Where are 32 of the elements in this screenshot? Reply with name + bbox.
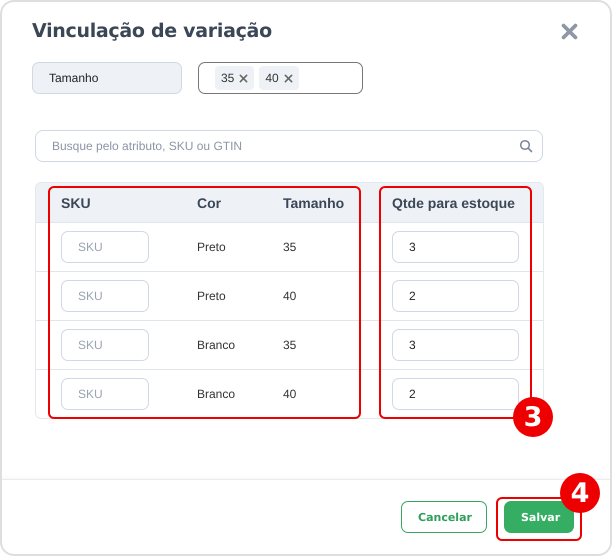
table-cell-text: Branco — [197, 338, 236, 352]
value-tag[interactable]: 40 — [259, 66, 299, 90]
attribute-values-field[interactable]: 35 40 — [198, 62, 363, 94]
table-cell-text: Preto — [197, 289, 227, 303]
sku-input[interactable]: SKU — [61, 231, 149, 263]
quantity-input[interactable]: 3 — [392, 329, 519, 361]
column-header: Cor — [197, 194, 222, 210]
table-cell-text: Preto — [197, 240, 227, 254]
column-header: Tamanho — [283, 194, 346, 210]
remove-icon[interactable] — [284, 74, 293, 82]
step-badge: 3 — [513, 397, 553, 437]
search-field[interactable]: Busque pelo atributo, SKU ou GTIN — [35, 130, 543, 162]
table-cell-text: 35 — [283, 240, 298, 254]
column-header: SKU — [61, 194, 92, 210]
remove-icon[interactable] — [239, 74, 248, 82]
table-cell-text: 40 — [283, 387, 298, 401]
table-cell-text: 40 — [283, 289, 298, 303]
dialog-title: Vinculação de variação — [32, 20, 272, 42]
quantity-input[interactable]: 3 — [392, 231, 519, 263]
sku-input[interactable]: SKU — [61, 280, 149, 312]
attribute-name-field[interactable]: Tamanho — [32, 62, 182, 94]
table-cell-text: Branco — [197, 387, 236, 401]
quantity-input[interactable]: 2 — [392, 378, 519, 410]
column-header: Qtde para estoque — [392, 194, 516, 210]
table-cell-text: 35 — [283, 338, 298, 352]
value-tag[interactable]: 35 — [215, 66, 254, 90]
sku-input[interactable]: SKU — [61, 378, 149, 410]
step-badge: 4 — [560, 473, 600, 513]
close-icon[interactable] — [561, 22, 578, 40]
sku-input[interactable]: SKU — [61, 329, 149, 361]
quantity-input[interactable]: 2 — [392, 280, 519, 312]
search-icon[interactable] — [519, 139, 533, 153]
